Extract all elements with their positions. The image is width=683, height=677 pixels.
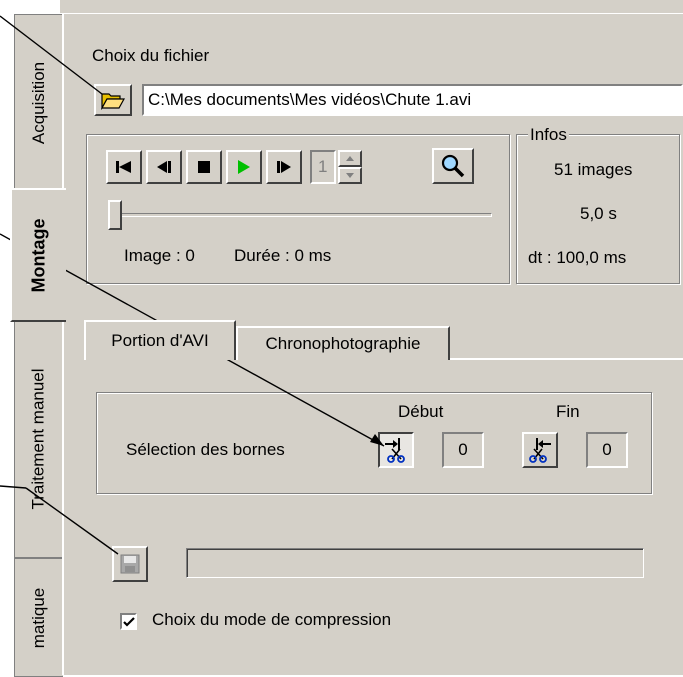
tab-portion-avi[interactable]: Portion d'AVI bbox=[84, 320, 236, 360]
callout-arrowhead bbox=[370, 434, 384, 446]
callout-line-save-b bbox=[25, 487, 119, 555]
callout-line-open-file bbox=[0, 15, 103, 95]
tab-montage-label: Montage bbox=[28, 218, 49, 292]
callout-line-save-a bbox=[0, 485, 27, 489]
tab-portion-avi-label: Portion d'AVI bbox=[111, 331, 209, 350]
tab-montage[interactable]: Montage bbox=[10, 188, 66, 322]
